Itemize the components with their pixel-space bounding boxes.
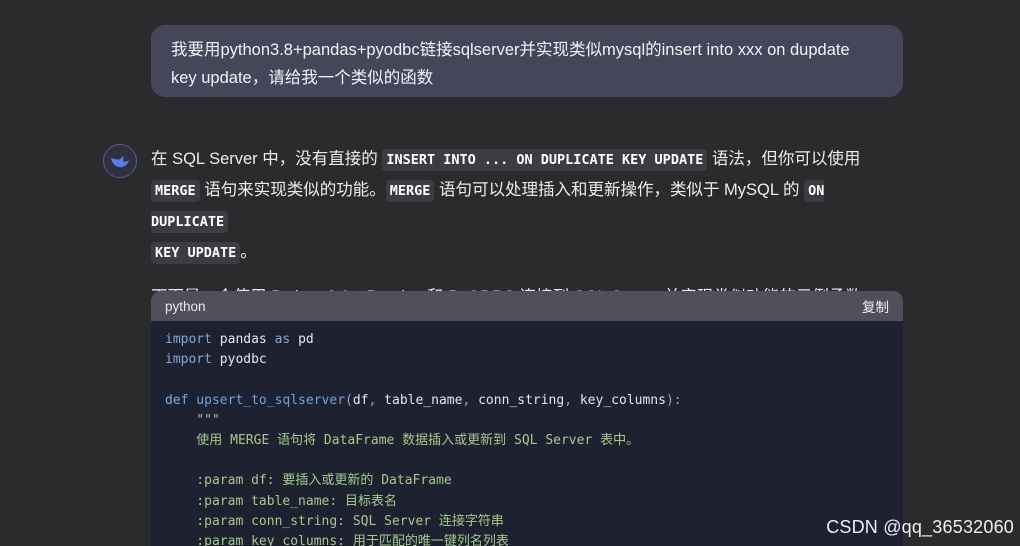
inline-code: INSERT INTO ... ON DUPLICATE KEY UPDATE bbox=[382, 149, 708, 171]
answer-text: 语法，但你可以使用 bbox=[707, 150, 861, 168]
code-docstring-line: :param df: 要插入或更新的 DataFrame bbox=[165, 473, 452, 489]
code-docstring-line: :param table_name: 目标表名 bbox=[165, 493, 398, 509]
code-line: import pyodbc bbox=[165, 350, 889, 370]
code-punct: ): bbox=[665, 392, 682, 408]
code-docstring-line: 使用 MERGE 语句将 DataFrame 数据插入或更新到 SQL Serv… bbox=[165, 432, 640, 448]
assistant-answer: 在 SQL Server 中，没有直接的 INSERT INTO ... ON … bbox=[151, 144, 903, 310]
watermark: CSDN @qq_36532060 bbox=[826, 517, 1014, 537]
code-punct: ( bbox=[345, 392, 353, 408]
code-param: df bbox=[352, 392, 369, 408]
code-language-label: python bbox=[165, 298, 206, 314]
answer-text: 语句可以处理插入和更新操作，类似于 MySQL 的 bbox=[434, 181, 805, 199]
code-param: conn_string bbox=[478, 392, 565, 408]
code-keyword: import bbox=[165, 352, 212, 368]
assistant-avatar-icon bbox=[103, 144, 137, 178]
code-docstring-line: """ bbox=[165, 412, 220, 428]
code-param: table_name bbox=[384, 392, 463, 408]
copy-button[interactable]: 复制 bbox=[862, 296, 889, 316]
code-body: import pandas as pd import pyodbc def upse… bbox=[151, 321, 903, 546]
code-function-name: upsert_to_sqlserver bbox=[188, 392, 346, 408]
code-param: key_columns bbox=[579, 392, 666, 408]
code-keyword: import bbox=[165, 332, 212, 347]
user-message-bubble: 我要用python3.8+pandas+pyodbc链接sqlserver并实现… bbox=[151, 25, 903, 97]
answer-text: 语句来实现类似的功能。 bbox=[199, 181, 386, 199]
code-punct: , bbox=[368, 392, 385, 408]
code-punct: , bbox=[462, 392, 479, 408]
code-line: def upsert_to_sqlserver(df, table_name, … bbox=[165, 391, 889, 411]
inline-code: KEY UPDATE bbox=[151, 242, 241, 264]
code-line: import pandas as pd bbox=[165, 330, 889, 350]
code-punct: , bbox=[564, 392, 580, 408]
code-identifier: pyodbc bbox=[211, 352, 267, 368]
code-identifier: pandas bbox=[211, 332, 275, 347]
code-docstring-line: :param key_columns: 用于匹配的唯一键列名列表 bbox=[165, 533, 509, 546]
code-docstring-line: :param conn_string: SQL Server 连接字符串 bbox=[165, 513, 504, 529]
answer-text: 。 bbox=[240, 243, 257, 261]
answer-text: 在 SQL Server 中，没有直接的 bbox=[151, 150, 383, 168]
inline-code: MERGE bbox=[151, 180, 200, 202]
chat-page: 我要用python3.8+pandas+pyodbc链接sqlserver并实现… bbox=[0, 0, 1020, 546]
user-message-line-1: 我要用python3.8+pandas+pyodbc链接sqlserver并实现… bbox=[171, 41, 850, 59]
code-block: python 复制 import pandas as pd import pyod… bbox=[151, 291, 903, 546]
answer-paragraph-1: 在 SQL Server 中，没有直接的 INSERT INTO ... ON … bbox=[151, 144, 903, 268]
inline-code: MERGE bbox=[385, 180, 435, 202]
code-keyword: as bbox=[274, 332, 291, 347]
code-identifier: pd bbox=[290, 332, 314, 347]
user-message-line-2: key update，请给我一个类似的函数 bbox=[171, 69, 434, 87]
code-block-header: python 复制 bbox=[151, 291, 903, 321]
code-keyword: def bbox=[165, 392, 189, 408]
